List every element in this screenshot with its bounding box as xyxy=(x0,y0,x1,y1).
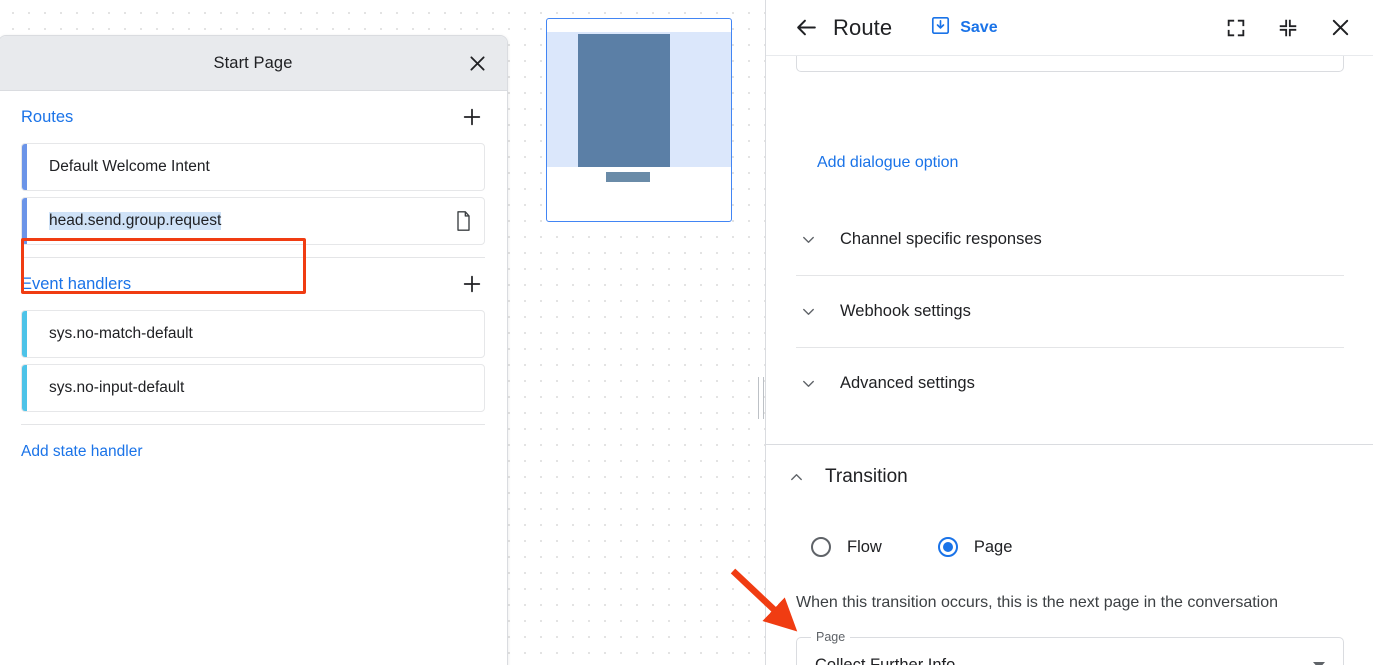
collapse-icon[interactable] xyxy=(1273,13,1303,43)
route-side-panel: Route Save xyxy=(765,0,1373,665)
fullscreen-icon[interactable] xyxy=(1221,13,1251,43)
event-handler-item-no-match-default[interactable]: sys.no-match-default xyxy=(21,310,485,358)
route-panel-body: Add dialogue option Channel specific res… xyxy=(766,56,1373,665)
chevron-down-icon xyxy=(796,228,820,252)
event-handler-item-label: sys.no-match-default xyxy=(27,325,484,343)
transition-target-type-radio-group: Flow Page xyxy=(766,524,1373,570)
transition-helper-text: When this transition occurs, this is the… xyxy=(766,594,1373,612)
chevron-down-icon xyxy=(796,300,820,324)
start-page-panel-header: Start Page xyxy=(0,36,507,91)
dialogue-option-input[interactable] xyxy=(796,56,1344,72)
event-handler-item-no-input-default[interactable]: sys.no-input-default xyxy=(21,364,485,412)
transition-section: Transition Flow Page When this transitio… xyxy=(766,444,1373,665)
save-button-label: Save xyxy=(960,19,997,37)
resize-grip-line xyxy=(763,377,764,419)
section-channel-specific-responses[interactable]: Channel specific responses xyxy=(766,204,1373,275)
page-select-label: Page xyxy=(811,630,850,644)
arrow-left-icon[interactable] xyxy=(792,14,820,42)
route-panel-header-actions xyxy=(1221,13,1355,43)
radio-option-flow[interactable]: Flow xyxy=(811,537,882,557)
radio-option-page[interactable]: Page xyxy=(938,537,1013,557)
routes-title: Routes xyxy=(21,108,73,127)
document-icon[interactable] xyxy=(442,210,484,232)
transition-section-header[interactable]: Transition xyxy=(766,444,1373,510)
flow-canvas[interactable]: Start Page Routes xyxy=(0,0,765,665)
start-page-panel-body: Routes Default Welcome Intent head.send.… xyxy=(0,91,507,479)
routes-section-header: Routes xyxy=(21,91,485,143)
save-button[interactable]: Save xyxy=(930,15,997,41)
section-advanced-settings[interactable]: Advanced settings xyxy=(766,348,1373,419)
save-icon xyxy=(930,15,951,41)
add-route-plus-icon[interactable] xyxy=(459,104,485,130)
section-label: Advanced settings xyxy=(840,374,975,393)
page-select-field[interactable]: Page Collect Further Info xyxy=(796,637,1344,665)
close-icon[interactable] xyxy=(463,49,491,77)
radio-option-label: Page xyxy=(974,538,1013,557)
resize-grip-line xyxy=(758,377,759,419)
route-panel-title: Route xyxy=(833,15,892,41)
route-panel-header: Route Save xyxy=(766,0,1373,56)
radio-option-label: Flow xyxy=(847,538,882,557)
collapsible-sections: Channel specific responses Webhook setti… xyxy=(766,204,1373,419)
route-item-default-welcome-intent[interactable]: Default Welcome Intent xyxy=(21,143,485,191)
node-block xyxy=(578,34,670,167)
section-label: Webhook settings xyxy=(840,302,971,321)
event-handler-item-label: sys.no-input-default xyxy=(27,379,484,397)
radio-circle-selected-icon xyxy=(938,537,958,557)
event-handlers-section-header: Event handlers xyxy=(21,258,485,310)
close-icon[interactable] xyxy=(1325,13,1355,43)
page-title: Start Page xyxy=(214,54,293,73)
radio-circle-icon xyxy=(811,537,831,557)
app-root: Start Page Routes xyxy=(0,0,1373,665)
start-page-panel: Start Page Routes xyxy=(0,35,508,665)
dropdown-caret-icon xyxy=(1313,662,1325,665)
flow-node-card[interactable] xyxy=(546,18,732,222)
panel-resize-handle[interactable] xyxy=(755,377,767,419)
add-state-handler-row: Add state handler xyxy=(21,425,485,479)
add-event-handler-plus-icon[interactable] xyxy=(459,271,485,297)
transition-title: Transition xyxy=(825,466,908,488)
page-select-value: Collect Further Info xyxy=(815,656,955,665)
event-handlers-title: Event handlers xyxy=(21,275,131,294)
route-item-label-text: head.send.group.request xyxy=(49,212,221,230)
chevron-down-icon xyxy=(796,372,820,396)
route-item-label: head.send.group.request xyxy=(27,212,442,230)
section-label: Channel specific responses xyxy=(840,230,1042,249)
chevron-up-icon xyxy=(784,465,808,489)
add-state-handler-link[interactable]: Add state handler xyxy=(21,443,143,461)
route-item-label: Default Welcome Intent xyxy=(27,158,484,176)
route-item-head-send-group-request[interactable]: head.send.group.request xyxy=(21,197,485,245)
section-webhook-settings[interactable]: Webhook settings xyxy=(766,276,1373,347)
add-dialogue-option-link[interactable]: Add dialogue option xyxy=(817,154,958,172)
node-bar xyxy=(606,172,650,182)
